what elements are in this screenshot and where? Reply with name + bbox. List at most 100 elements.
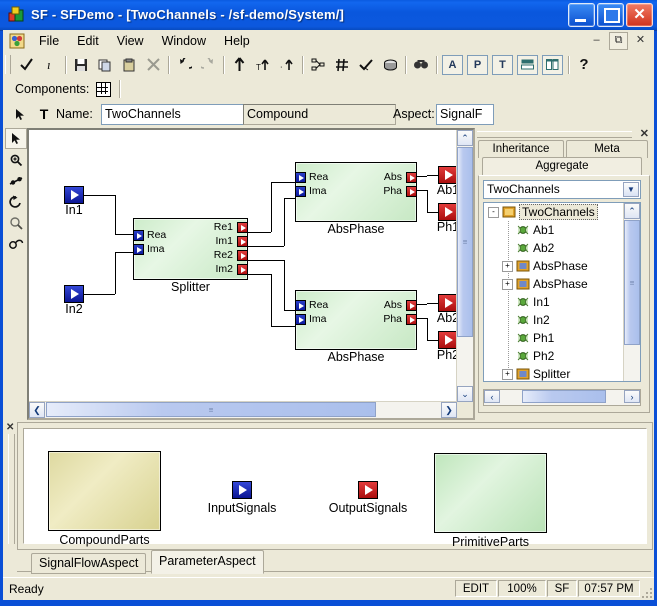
block-splitter[interactable]: Rea Ima Re1 Im1 Re2 Im2 Splitter xyxy=(133,218,248,294)
tree-scroll-thumb[interactable]: ≡ xyxy=(624,220,640,345)
attributes-button[interactable]: A xyxy=(442,54,463,75)
expand-icon[interactable]: + xyxy=(502,261,513,272)
name-input[interactable]: TwoChannels xyxy=(101,104,247,125)
horizontal-split-button[interactable] xyxy=(517,54,538,75)
mdi-minimize-button[interactable]: – xyxy=(587,32,606,50)
info-tool-icon[interactable]: ı xyxy=(38,54,62,76)
horizontal-scroll-thumb[interactable]: ≡ xyxy=(46,402,376,417)
expand-icon[interactable]: + xyxy=(502,279,513,290)
palette-item-compoundparts[interactable]: CompoundParts xyxy=(48,451,161,547)
check-tool-icon[interactable] xyxy=(14,54,38,76)
block-absphase-2[interactable]: Rea Ima Abs Pha AbsPhase xyxy=(295,290,417,364)
tree-item-twochannels[interactable]: - TwoChannels xyxy=(484,203,640,221)
menu-file[interactable]: File xyxy=(30,31,68,51)
palette-grip[interactable]: ✕ xyxy=(5,420,15,550)
tree-scroll-up-button[interactable]: ⌃ xyxy=(624,203,640,219)
palette-item-inputsignals[interactable]: InputSignals xyxy=(208,481,276,515)
find-icon[interactable] xyxy=(409,54,433,76)
canvas-vertical-scrollbar[interactable]: ⌃ ≡ ⌄ xyxy=(456,130,473,402)
close-button[interactable] xyxy=(626,3,653,27)
mdi-restore-button[interactable]: ⧉ xyxy=(609,32,628,50)
document-icon[interactable] xyxy=(9,33,25,49)
menu-help[interactable]: Help xyxy=(215,31,259,51)
terminal-ph1[interactable]: Ph1 xyxy=(437,203,459,234)
pointer-icon[interactable] xyxy=(9,103,31,125)
help-button[interactable]: ? xyxy=(572,54,596,76)
port-in-rea[interactable] xyxy=(295,300,306,311)
up-left-icon[interactable]: T xyxy=(251,54,275,76)
panel-scroll-left-button[interactable]: ‹ xyxy=(484,390,500,403)
tree-scroll-down-button[interactable]: ⌄ xyxy=(624,381,640,382)
menu-view[interactable]: View xyxy=(108,31,153,51)
aggregate-tree[interactable]: - TwoChannels Ab1 Ab2 + AbsPhase + AbsPh… xyxy=(483,202,641,382)
aggregate-combo[interactable]: TwoChannels ▼ xyxy=(483,180,641,199)
palette-surface[interactable]: CompoundParts InputSignals OutputSignals… xyxy=(23,428,647,549)
up-right-icon[interactable]: ‧ xyxy=(275,54,299,76)
terminal-ab1[interactable]: Ab1 xyxy=(437,166,459,197)
paste-icon[interactable] xyxy=(117,54,141,76)
tree-vertical-scrollbar[interactable]: ⌃ ≡ ⌄ xyxy=(623,203,640,381)
menu-window[interactable]: Window xyxy=(153,31,215,51)
port-out-im1[interactable] xyxy=(237,236,248,247)
tree-item-ab1[interactable]: Ab1 xyxy=(484,221,640,239)
tree-item-ph1[interactable]: Ph1 xyxy=(484,329,640,347)
tree-item-ab2[interactable]: Ab2 xyxy=(484,239,640,257)
zoom-in-tool[interactable] xyxy=(5,149,27,170)
layout-icon[interactable] xyxy=(306,54,330,76)
panel-horizontal-scrollbar[interactable]: ‹ › xyxy=(483,389,641,406)
port-out-abs[interactable] xyxy=(406,300,417,311)
diagram-canvas[interactable]: In1 In2 Ab1 Ph1 Ab2 Ph2 Rea Ima Re1 Im1 … xyxy=(27,128,475,420)
validate-icon[interactable] xyxy=(354,54,378,76)
palette-item-primitiveparts[interactable]: PrimitiveParts xyxy=(434,453,547,549)
undo-icon[interactable] xyxy=(172,54,196,76)
minimize-button[interactable] xyxy=(568,3,595,27)
diagram-surface[interactable]: In1 In2 Ab1 Ph1 Ab2 Ph2 Rea Ima Re1 Im1 … xyxy=(29,130,473,418)
mdi-close-button[interactable]: ✕ xyxy=(631,32,650,50)
palette-item-outputsignals[interactable]: OutputSignals xyxy=(329,481,407,515)
tab-parameteraspect[interactable]: ParameterAspect xyxy=(151,550,264,574)
tree-item-absphase-1[interactable]: + AbsPhase xyxy=(484,257,640,275)
preferences-button[interactable]: P xyxy=(467,54,488,75)
expand-icon[interactable]: + xyxy=(502,369,513,380)
up-level-icon[interactable] xyxy=(227,54,251,76)
tab-aggregate[interactable]: Aggregate xyxy=(482,157,642,176)
tab-meta[interactable]: Meta xyxy=(566,140,648,158)
pan-tool[interactable] xyxy=(5,233,27,254)
scroll-up-button[interactable]: ⌃ xyxy=(457,130,473,146)
panel-grip[interactable]: ✕ xyxy=(475,128,651,140)
toolbar-grip[interactable] xyxy=(5,55,11,74)
tab-signalflowaspect[interactable]: SignalFlowAspect xyxy=(31,553,147,574)
port-in-ima[interactable] xyxy=(133,244,144,255)
terminal-in1[interactable]: In1 xyxy=(64,186,84,217)
text-button[interactable]: T xyxy=(492,54,513,75)
maximize-button[interactable] xyxy=(597,3,624,27)
port-in-ima[interactable] xyxy=(295,314,306,325)
redo-icon[interactable] xyxy=(196,54,220,76)
tree-item-in2[interactable]: In2 xyxy=(484,311,640,329)
terminal-ph2[interactable]: Ph2 xyxy=(437,331,459,362)
collapse-icon[interactable]: - xyxy=(488,207,499,218)
vertical-scroll-thumb[interactable]: ≡ xyxy=(457,147,473,337)
select-tool[interactable] xyxy=(5,128,27,149)
port-in-ima[interactable] xyxy=(295,186,306,197)
port-out-pha[interactable] xyxy=(406,314,417,325)
aspect-input[interactable]: SignalF xyxy=(436,104,494,125)
vertical-split-button[interactable] xyxy=(542,54,563,75)
port-out-im2[interactable] xyxy=(237,264,248,275)
connect-tool[interactable] xyxy=(5,170,27,191)
print-icon[interactable] xyxy=(378,54,402,76)
palette-close-icon[interactable]: ✕ xyxy=(6,422,14,433)
rotate-tool[interactable] xyxy=(5,191,27,212)
grid-icon[interactable] xyxy=(96,81,112,97)
terminal-ab2[interactable]: Ab2 xyxy=(437,294,459,325)
tab-inheritance[interactable]: Inheritance xyxy=(478,140,564,158)
port-out-pha[interactable] xyxy=(406,186,417,197)
text-tool-icon[interactable]: T xyxy=(33,103,55,125)
tree-item-ph2[interactable]: Ph2 xyxy=(484,347,640,365)
panel-close-icon[interactable]: ✕ xyxy=(640,127,649,140)
panel-scroll-right-button[interactable]: › xyxy=(624,390,640,403)
grid-toolbar-icon[interactable] xyxy=(330,54,354,76)
tree-item-splitter[interactable]: + Splitter xyxy=(484,365,640,381)
tree-item-absphase-2[interactable]: + AbsPhase xyxy=(484,275,640,293)
magnifier-tool[interactable] xyxy=(5,212,27,233)
